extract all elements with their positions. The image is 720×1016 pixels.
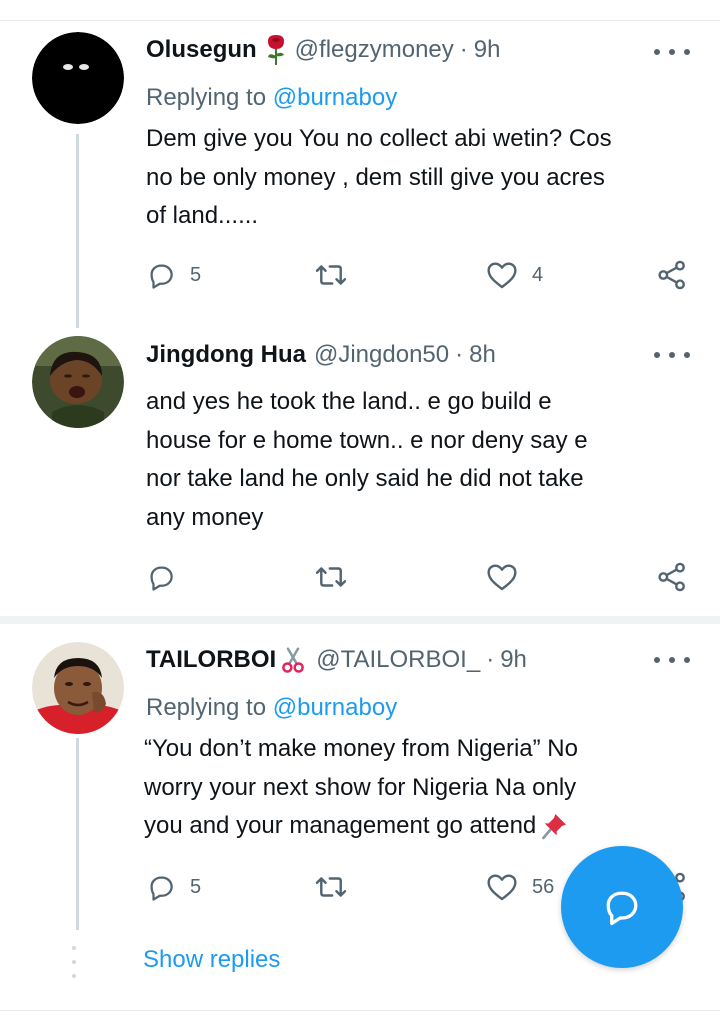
top-divider [0, 20, 720, 21]
text-line: of land...... [146, 202, 259, 229]
show-replies-link[interactable]: Show replies [143, 946, 280, 974]
thread-continuation-dots [72, 946, 76, 978]
heart-icon [487, 564, 517, 591]
user-handle[interactable]: @TAILORBOI_ [316, 646, 480, 674]
timestamp[interactable]: 8h [469, 341, 496, 369]
mention-link[interactable]: @burnaboy [273, 694, 397, 721]
replying-to-label: Replying to [146, 84, 267, 111]
avatar[interactable] [32, 336, 124, 428]
reply-icon [150, 264, 173, 289]
compose-reply-button[interactable] [561, 846, 683, 968]
text-line: worry your next show for Nigeria Na only [144, 773, 577, 801]
rose-icon [265, 34, 287, 66]
retweet-button[interactable] [314, 870, 348, 904]
text-line: any money [146, 503, 264, 531]
reply-button[interactable] [146, 560, 176, 594]
user-handle[interactable]: @flegzymoney [295, 36, 454, 64]
like-count: 56 [532, 875, 555, 898]
section-divider [0, 616, 720, 624]
bottom-divider [0, 1010, 720, 1011]
thread-line [76, 738, 79, 930]
mention-link[interactable]: @burnaboy [273, 84, 397, 111]
separator-dot: · [486, 646, 495, 673]
tweet-actions [146, 560, 692, 594]
text-line: nor take land he only said he did not ta… [146, 465, 584, 492]
reply-button[interactable]: 5 [146, 258, 201, 292]
compose-reply-icon [606, 891, 638, 926]
reply-button[interactable]: 5 [146, 870, 201, 904]
display-name[interactable]: Olusegun [146, 36, 257, 64]
heart-icon [487, 874, 517, 901]
replying-to: Replying to @burnaboy [146, 694, 397, 722]
reply-count: 5 [190, 875, 202, 898]
tweet-actions: 5 4 [146, 258, 692, 292]
more-options-icon[interactable] [654, 345, 690, 365]
pushpin-icon [538, 810, 570, 842]
text-line: no be only money , dem still give you ac… [146, 163, 605, 191]
reply-icon [150, 566, 173, 591]
timestamp[interactable]: 9h [500, 646, 527, 674]
separator-dot: · [459, 36, 468, 63]
text-line: you and your management go attend [144, 812, 537, 839]
tweet-text: Dem give you You no collect abi wetin? C… [146, 120, 686, 236]
retweet-button[interactable] [314, 560, 348, 594]
tweet-header: TAILORBOI @TAILORBOI_ · 9h [146, 643, 527, 677]
retweet-icon [315, 567, 347, 587]
text-line-wrap: you and your management go attend [144, 807, 684, 846]
like-button[interactable]: 4 [486, 258, 543, 292]
text-line: “You don’t make money from Nigeria” No [144, 735, 578, 762]
like-button[interactable] [486, 560, 518, 594]
more-options-icon[interactable] [654, 650, 690, 670]
separator-dot: · [455, 341, 464, 368]
reply-count: 5 [190, 263, 202, 286]
retweet-icon [315, 265, 347, 285]
reply-icon [150, 876, 173, 901]
timestamp[interactable]: 9h [474, 36, 501, 64]
tweet-text: “You don’t make money from Nigeria” No w… [144, 730, 684, 846]
text-line: Dem give you You no collect abi wetin? C… [146, 125, 612, 152]
like-button[interactable]: 56 [486, 870, 554, 904]
tweet-text: and yes he took the land.. e go build e … [146, 383, 686, 537]
scissors-icon [278, 645, 308, 675]
share-button[interactable] [656, 560, 688, 594]
user-handle[interactable]: @Jingdon50 [314, 341, 449, 369]
tweet-header: Olusegun @flegzymoney · 9h [146, 33, 500, 67]
text-line: and yes he took the land.. e go build e [146, 388, 552, 415]
like-count: 4 [532, 263, 544, 286]
retweet-icon [315, 877, 347, 897]
display-name[interactable]: TAILORBOI [146, 646, 276, 674]
share-icon [658, 562, 685, 592]
replying-to-label: Replying to [146, 694, 267, 721]
more-options-icon[interactable] [654, 42, 690, 62]
text-line: house for e home town.. e nor deny say e [146, 426, 588, 454]
avatar[interactable] [32, 642, 124, 734]
heart-icon [487, 262, 517, 289]
share-button[interactable] [656, 258, 688, 292]
avatar[interactable] [32, 32, 124, 124]
display-name[interactable]: Jingdong Hua [146, 341, 306, 369]
share-icon [658, 260, 685, 290]
tweet-header: Jingdong Hua @Jingdon50 · 8h [146, 338, 496, 372]
retweet-button[interactable] [314, 258, 348, 292]
replying-to: Replying to @burnaboy [146, 84, 397, 112]
thread-line [76, 134, 79, 328]
